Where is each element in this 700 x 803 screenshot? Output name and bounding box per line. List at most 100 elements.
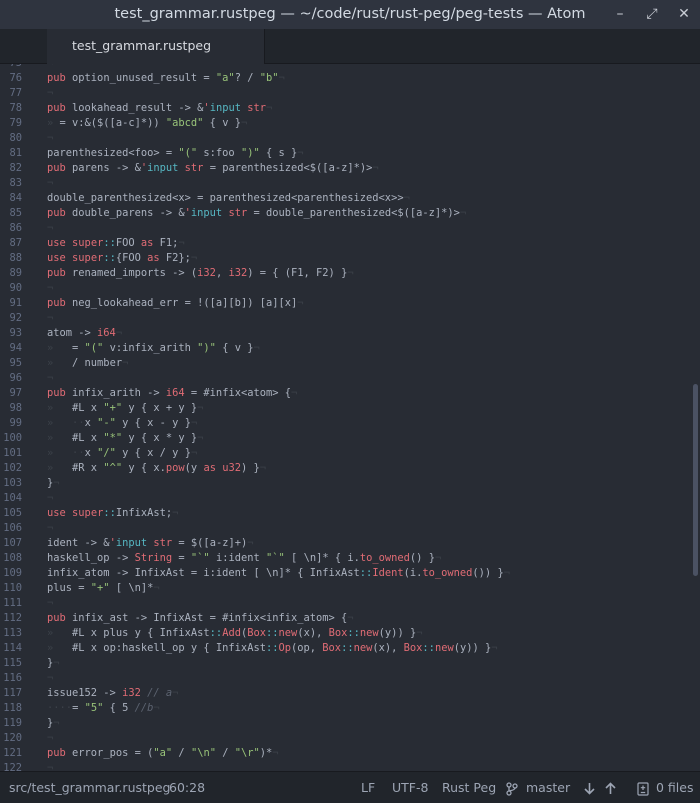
code-line[interactable]: 84 double_parenthesized<x> = parenthesize… [0, 191, 690, 206]
code-line[interactable]: 95 » / number¬ [0, 356, 690, 371]
line-number: 115 [3, 657, 22, 669]
code-line[interactable]: 108 haskell_op -> String = "`" i:ident "`… [0, 551, 690, 566]
code-line[interactable]: 91 pub neg_lookahead_err = !([a][b]) [a][… [0, 296, 690, 311]
code-line[interactable]: 117 issue152 -> i32 // a¬ [0, 686, 690, 701]
code-line[interactable]: 88 use super::{FOO as F2};¬ [0, 251, 690, 266]
line-number: 110 [3, 582, 22, 594]
code-line[interactable]: 113 » #L x plus y { InfixAst::Add(Box::ne… [0, 626, 690, 641]
code-line[interactable]: 114 » #L x op:haskell_op y { InfixAst::Op… [0, 641, 690, 656]
line-number: 81 [9, 147, 22, 159]
code-line[interactable]: 112 pub infix_ast -> InfixAst = #infix<in… [0, 611, 690, 626]
line-number: 78 [9, 102, 22, 114]
code-line[interactable]: 87 use super::FOO as F1;¬ [0, 236, 690, 251]
grammar-selector[interactable]: Rust Peg [442, 772, 496, 803]
code-line[interactable]: 79 » = v:&($([a-c]*)) "abcd" { v }¬ [0, 116, 690, 131]
line-code: pub lookahead_result -> &'input str¬ [47, 102, 273, 114]
scrollbar-thumb[interactable] [693, 384, 698, 576]
code-line[interactable]: 102 » #R x "^" y { x.pow(y as u32) }¬ [0, 461, 690, 476]
file-path[interactable]: src/test_grammar.rustpeg [9, 772, 170, 803]
code-line[interactable]: 115}¬ [0, 656, 690, 671]
code-line[interactable]: 97 pub infix_arith -> i64 = #infix<atom> … [0, 386, 690, 401]
line-number: 86 [9, 222, 22, 234]
code-line[interactable]: 77 ¬ [0, 86, 690, 101]
code-line[interactable]: 98 » #L x "+" y { x + y }¬ [0, 401, 690, 416]
code-line[interactable]: 118 ····= "5" { 5 //b¬ [0, 701, 690, 716]
code-line[interactable]: 93 atom -> i64¬ [0, 326, 690, 341]
code-line[interactable]: 96 ¬ [0, 371, 690, 386]
code-line[interactable]: 80 ¬ [0, 131, 690, 146]
cursor-position[interactable]: 60:28 [169, 772, 205, 803]
code-line[interactable]: 76 pub option_unused_result = "a"? / "b"¬ [0, 71, 690, 86]
code-line[interactable]: 86 ¬ [0, 221, 690, 236]
line-number: 107 [3, 537, 22, 549]
maximize-button[interactable]: ⤢ [642, 0, 662, 29]
line-code: ident -> &'input str = $([a-z]+)¬ [47, 537, 254, 549]
line-code: » = "(" v:infix_arith ")" { v }¬ [47, 342, 260, 354]
line-number: 90 [9, 282, 22, 294]
code-line[interactable]: 110 plus = "+" [ \n]*¬ [0, 581, 690, 596]
code-line[interactable]: 104 ¬ [0, 491, 690, 506]
code-line[interactable]: 111 ¬ [0, 596, 690, 611]
line-number: 99 [9, 417, 22, 429]
code-line[interactable]: 94 » = "(" v:infix_arith ")" { v }¬ [0, 341, 690, 356]
git-branch[interactable]: master [526, 772, 570, 803]
line-code: » ··x "-" y { x - y }¬ [47, 417, 198, 429]
code-line[interactable]: 75 ¬ [0, 64, 690, 71]
line-code: ¬ [47, 372, 54, 384]
close-button[interactable]: ✕ [674, 0, 694, 29]
line-code: ¬ [47, 522, 54, 534]
line-code: double_parenthesized<x> = parenthesized<… [47, 192, 410, 204]
code-line[interactable]: 100 » #L x "*" y { x * y }¬ [0, 431, 690, 446]
line-code: use super::FOO as F1;¬ [47, 237, 185, 249]
line-code: }¬ [47, 717, 60, 729]
code-line[interactable]: 109 infix_atom -> InfixAst = i:ident [ \n… [0, 566, 690, 581]
code-line[interactable]: 119}¬ [0, 716, 690, 731]
line-code: ····= "5" { 5 //b¬ [47, 702, 160, 714]
line-number: 94 [9, 342, 22, 354]
code-line[interactable]: 85 pub double_parens -> &'input str = dou… [0, 206, 690, 221]
code-line[interactable]: 116 ¬ [0, 671, 690, 686]
code-line[interactable]: 89 pub renamed_imports -> (i32, i32) = { … [0, 266, 690, 281]
tab-bar: test_grammar.rustpeg [0, 29, 700, 64]
line-number: 116 [3, 672, 22, 684]
line-number: 97 [9, 387, 22, 399]
code-line[interactable]: 99 » ··x "-" y { x - y }¬ [0, 416, 690, 431]
arrow-down-icon[interactable] [584, 772, 595, 803]
code-line[interactable]: 103}¬ [0, 476, 690, 491]
line-number: 113 [3, 627, 22, 639]
code-line[interactable]: 81 parenthesized<foo> = "(" s:foo ")" { s… [0, 146, 690, 161]
git-files-changed[interactable]: 0 files [656, 772, 693, 803]
line-ending[interactable]: LF [361, 772, 375, 803]
code-line[interactable]: 83 ¬ [0, 176, 690, 191]
code-line[interactable]: 122 ¬ [0, 761, 690, 771]
minimize-button[interactable]: – [610, 0, 630, 29]
line-code: ¬ [47, 222, 54, 234]
code-line[interactable]: 92 ¬ [0, 311, 690, 326]
line-code: pub double_parens -> &'input str = doubl… [47, 207, 467, 219]
line-number: 101 [3, 447, 22, 459]
code-line[interactable]: 107 ident -> &'input str = $([a-z]+)¬ [0, 536, 690, 551]
line-code: ¬ [47, 597, 54, 609]
code-line[interactable]: 105 use super::InfixAst;¬ [0, 506, 690, 521]
arrow-up-icon[interactable] [605, 772, 616, 803]
line-code: }¬ [47, 477, 60, 489]
line-number: 88 [9, 252, 22, 264]
line-code: ¬ [47, 87, 54, 99]
tab-label: test_grammar.rustpeg [72, 38, 212, 53]
code-line[interactable]: 121 pub error_pos = ("a" / "\n" / "\r")*¬ [0, 746, 690, 761]
code-line[interactable]: 120 ¬ [0, 731, 690, 746]
line-number: 91 [9, 297, 22, 309]
line-number: 121 [3, 747, 22, 759]
editor[interactable]: 75 ¬ 76 pub option_unused_result = "a"? / "… [0, 64, 700, 771]
tab-test-grammar[interactable]: test_grammar.rustpeg [47, 29, 265, 64]
code-line[interactable]: 82 pub parens -> &'input str = parenthesi… [0, 161, 690, 176]
code-line[interactable]: 101 » ··x "/" y { x / y }¬ [0, 446, 690, 461]
line-number: 82 [9, 162, 22, 174]
encoding[interactable]: UTF-8 [392, 772, 428, 803]
line-code: ¬ [47, 312, 54, 324]
line-number: 87 [9, 237, 22, 249]
code-line[interactable]: 78 pub lookahead_result -> &'input str¬ [0, 101, 690, 116]
code-line[interactable]: 106 ¬ [0, 521, 690, 536]
code-line[interactable]: 90 ¬ [0, 281, 690, 296]
line-number: 84 [9, 192, 22, 204]
